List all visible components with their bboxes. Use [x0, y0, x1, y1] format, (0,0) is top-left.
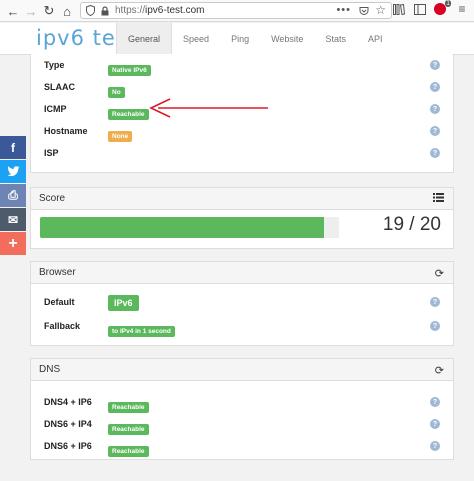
- panel-title: Browser: [39, 267, 76, 278]
- status-badge: Reachable: [108, 424, 149, 435]
- connection-row-slaac: SLAAC No ?: [31, 81, 455, 98]
- row-label: ISP: [44, 148, 59, 158]
- row-label: ICMP: [44, 104, 67, 114]
- bookmark-star-icon[interactable]: ☆: [375, 3, 386, 17]
- status-badge: to IPv4 in 1 second: [108, 326, 175, 337]
- annotation-arrow: [149, 98, 268, 118]
- tab-general[interactable]: General: [116, 23, 173, 55]
- shield-icon[interactable]: [86, 5, 95, 16]
- email-icon: ✉: [7, 212, 19, 227]
- connection-row-hostname: Hostname None ?: [31, 125, 455, 142]
- facebook-share-button[interactable]: f: [0, 136, 26, 159]
- page-actions-menu-icon[interactable]: •••: [336, 4, 351, 16]
- print-icon: ⎙: [8, 188, 18, 202]
- dns-row-dns6-ip6: DNS6 + IP6 Reachable ?: [31, 440, 455, 457]
- browser-toolbar: ← → ↻ ⌂ https://ipv6-test.com ••• ☆ 1 ≡: [0, 0, 474, 22]
- library-icon[interactable]: [392, 2, 406, 16]
- status-badge: Native IPv6: [108, 65, 151, 76]
- site-header: ipv6 test General Speed Ping Website Sta…: [0, 23, 474, 55]
- help-icon[interactable]: ?: [430, 60, 440, 70]
- score-value: 19 / 20: [382, 214, 441, 235]
- tab-api[interactable]: API: [357, 23, 394, 55]
- tab-ping[interactable]: Ping: [220, 23, 260, 55]
- panel-title: DNS: [39, 364, 61, 375]
- tab-stats[interactable]: Stats: [314, 23, 357, 55]
- row-label: Hostname: [44, 126, 88, 136]
- browser-panel: Browser ⟳ Default IPv6 ? Fallback to IPv…: [30, 261, 454, 346]
- sidebar-icon[interactable]: [413, 2, 427, 16]
- help-icon[interactable]: ?: [430, 104, 440, 114]
- browser-row-fallback: Fallback to IPv4 in 1 second ?: [31, 320, 455, 337]
- help-icon[interactable]: ?: [430, 441, 440, 451]
- status-badge: Reachable: [108, 109, 149, 120]
- row-label: Default: [44, 297, 75, 307]
- list-icon[interactable]: [433, 193, 444, 205]
- help-icon[interactable]: ?: [430, 82, 440, 92]
- refresh-icon[interactable]: ⟳: [435, 267, 444, 280]
- back-arrow-icon[interactable]: ←: [4, 2, 22, 20]
- dns-row-dns6-ip4: DNS6 + IP4 Reachable ?: [31, 418, 455, 435]
- help-icon[interactable]: ?: [430, 397, 440, 407]
- print-share-button[interactable]: ⎙: [0, 184, 26, 207]
- row-label: Fallback: [44, 321, 81, 331]
- help-icon[interactable]: ?: [430, 297, 440, 307]
- row-label: Type: [44, 60, 65, 70]
- more-share-button[interactable]: +: [0, 232, 26, 255]
- score-progress-bar: [40, 217, 339, 238]
- extension-icon[interactable]: 1: [434, 0, 451, 16]
- browser-row-default: Default IPv6 ?: [31, 295, 455, 311]
- status-badge: Reachable: [108, 402, 149, 413]
- status-badge: IPv6: [108, 295, 139, 311]
- row-label: DNS6 + IP6: [44, 441, 92, 451]
- row-label: DNS4 + IP6: [44, 397, 92, 407]
- home-icon[interactable]: ⌂: [58, 2, 76, 20]
- dns-row-dns4-ip6: DNS4 + IP6 Reachable ?: [31, 396, 455, 413]
- lock-icon[interactable]: [101, 5, 109, 16]
- tab-speed[interactable]: Speed: [172, 23, 220, 55]
- forward-arrow-icon[interactable]: →: [22, 2, 40, 20]
- pocket-icon[interactable]: [359, 6, 369, 19]
- dns-panel: DNS ⟳ DNS4 + IP6 Reachable ? DNS6 + IP4 …: [30, 358, 454, 460]
- url-bar[interactable]: https://ipv6-test.com ••• ☆: [80, 2, 392, 19]
- browser-panel-header: Browser ⟳: [31, 262, 453, 284]
- score-progress-fill: [40, 217, 325, 238]
- twitter-share-button[interactable]: [0, 160, 26, 183]
- tab-website[interactable]: Website: [260, 23, 314, 55]
- extension-badge-count: 1: [445, 0, 451, 7]
- status-badge: None: [108, 131, 133, 142]
- plus-icon: +: [8, 234, 18, 252]
- twitter-icon: [6, 166, 20, 177]
- connection-row-isp: ISP ?: [31, 147, 455, 161]
- score-panel: Score 19 / 20: [30, 187, 454, 249]
- connection-row-type: Type Native IPv6 ?: [31, 59, 455, 76]
- status-badge: Reachable: [108, 446, 149, 457]
- score-panel-header: Score: [31, 188, 453, 210]
- email-share-button[interactable]: ✉: [0, 208, 26, 231]
- row-label: SLAAC: [44, 82, 75, 92]
- row-label: DNS6 + IP4: [44, 419, 92, 429]
- panel-title: Score: [39, 193, 66, 204]
- help-icon[interactable]: ?: [430, 419, 440, 429]
- help-icon[interactable]: ?: [430, 126, 440, 136]
- dns-panel-header: DNS ⟳: [31, 359, 453, 381]
- url-text: https://ipv6-test.com: [115, 5, 205, 16]
- help-icon[interactable]: ?: [430, 321, 440, 331]
- main-nav: General Speed Ping Website Stats API: [116, 23, 393, 55]
- refresh-icon[interactable]: ⟳: [435, 364, 444, 377]
- help-icon[interactable]: ?: [430, 148, 440, 158]
- reload-icon[interactable]: ↻: [40, 2, 58, 20]
- status-badge: No: [108, 87, 125, 98]
- facebook-icon: f: [11, 140, 15, 155]
- hamburger-menu-icon[interactable]: ≡: [455, 2, 469, 16]
